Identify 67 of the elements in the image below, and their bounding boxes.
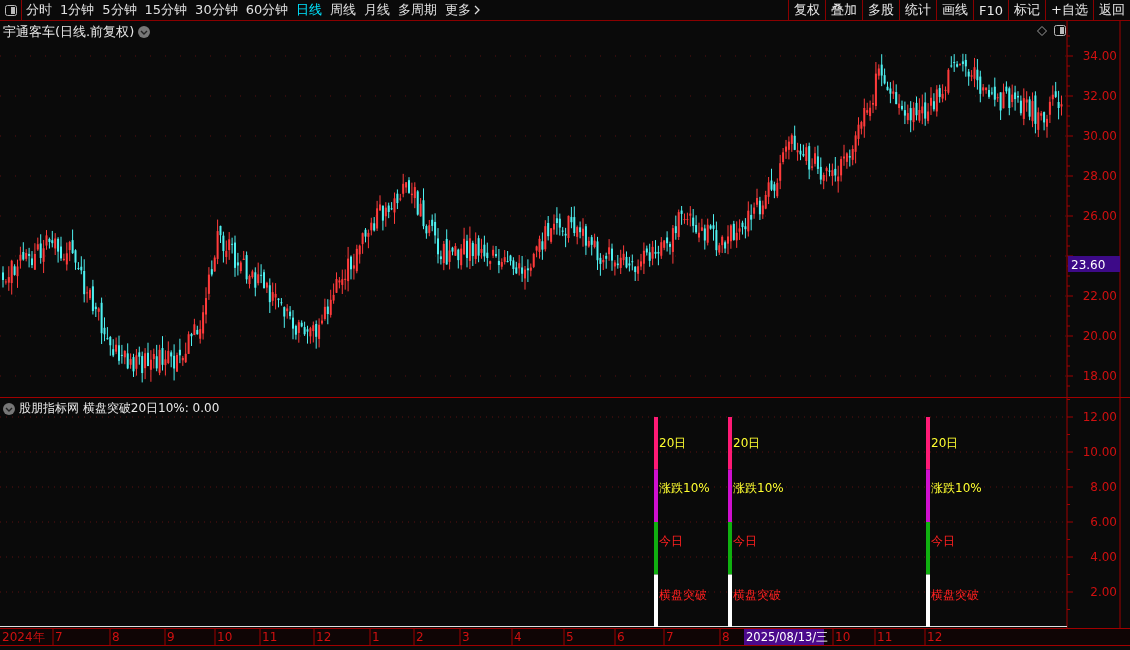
signal-label: 涨跌10% bbox=[733, 481, 784, 495]
date-label: 10 bbox=[217, 630, 233, 644]
axis-label: 30.00 bbox=[1082, 129, 1117, 143]
period-tab[interactable]: 15分钟 bbox=[140, 0, 192, 20]
axis-label: 22.00 bbox=[1082, 289, 1117, 303]
axis-label: 20.00 bbox=[1082, 329, 1117, 343]
toolbar-button[interactable]: 多股 bbox=[862, 0, 900, 20]
signal-label: 今日 bbox=[931, 533, 955, 548]
toolbar-button[interactable]: 画线 bbox=[936, 0, 974, 20]
signal-label: 横盘突破 bbox=[931, 587, 979, 602]
axis-label: 34.00 bbox=[1082, 49, 1117, 63]
signal-label: 20日 bbox=[931, 435, 959, 450]
date-label: 2 bbox=[416, 630, 424, 644]
signal-label: 20日 bbox=[733, 435, 761, 450]
axis-label: 28.00 bbox=[1082, 169, 1117, 183]
period-tab[interactable]: 日线 bbox=[292, 0, 327, 20]
date-label: 6 bbox=[617, 630, 625, 644]
period-tab[interactable]: 1分钟 bbox=[56, 0, 99, 20]
date-label: 8 bbox=[722, 630, 730, 644]
axis-label: 8.00 bbox=[1090, 480, 1117, 494]
axis-label: 12.00 bbox=[1082, 410, 1117, 424]
signal-label: 今日 bbox=[733, 533, 757, 548]
stock-title: 宇通客车(日线.前复权) bbox=[3, 23, 135, 41]
period-tab[interactable]: 30分钟 bbox=[191, 0, 242, 20]
toolbar-button[interactable]: 复权 bbox=[788, 0, 826, 20]
signal-label: 今日 bbox=[659, 533, 683, 548]
toolbar-button[interactable]: 标记 bbox=[1008, 0, 1046, 20]
signal-label: 横盘突破 bbox=[733, 587, 781, 602]
date-label: 2024年 bbox=[2, 630, 45, 644]
indicator-title: 股朋指标网 横盘突破20日10%: 0.00 bbox=[19, 400, 220, 417]
period-tab[interactable]: 月线 bbox=[360, 0, 395, 20]
axis-label: 10.00 bbox=[1082, 445, 1117, 459]
signal-label: 横盘突破 bbox=[659, 587, 707, 602]
date-label: 12 bbox=[316, 630, 332, 644]
toolbar-button[interactable]: 统计 bbox=[899, 0, 937, 20]
signal-label: 20日 bbox=[659, 435, 687, 450]
period-tab[interactable]: 5分钟 bbox=[98, 0, 141, 20]
toolbar-button[interactable]: 返回 bbox=[1093, 0, 1130, 20]
date-label: 8 bbox=[112, 630, 120, 644]
axis-label: 6.00 bbox=[1090, 515, 1117, 529]
toolbar-button[interactable]: 叠加 bbox=[825, 0, 863, 20]
date-label: 11 bbox=[877, 630, 893, 644]
period-tab[interactable]: 周线 bbox=[326, 0, 361, 20]
axis-label: 4.00 bbox=[1090, 550, 1117, 564]
date-label: 12 bbox=[927, 630, 943, 644]
date-label: 10 bbox=[835, 630, 851, 644]
date-label: 1 bbox=[372, 630, 380, 644]
date-label: 7 bbox=[55, 630, 63, 644]
date-label: 7 bbox=[666, 630, 674, 644]
period-tab[interactable]: 分时 bbox=[22, 0, 56, 20]
signal-label: 涨跌10% bbox=[931, 481, 982, 495]
axis-label: 26.00 bbox=[1082, 209, 1117, 223]
date-label: 5 bbox=[566, 630, 574, 644]
more-button[interactable]: 更多 bbox=[441, 0, 485, 20]
date-label: 9 bbox=[167, 630, 175, 644]
axis-label: 32.00 bbox=[1082, 89, 1117, 103]
signal-label: 涨跌10% bbox=[659, 481, 710, 495]
date-label: 11 bbox=[262, 630, 278, 644]
toolbar-button[interactable]: +自选 bbox=[1045, 0, 1093, 20]
date-label: 3 bbox=[462, 630, 470, 644]
axis-label: 18.00 bbox=[1082, 369, 1117, 383]
toolbar-button[interactable]: F10 bbox=[973, 0, 1009, 20]
period-tab[interactable]: 60分钟 bbox=[241, 0, 293, 20]
date-label: 4 bbox=[514, 630, 522, 644]
axis-label: 2.00 bbox=[1090, 585, 1117, 599]
period-tab[interactable]: 多周期 bbox=[394, 0, 442, 20]
price-label: 23.60 bbox=[1068, 256, 1120, 272]
